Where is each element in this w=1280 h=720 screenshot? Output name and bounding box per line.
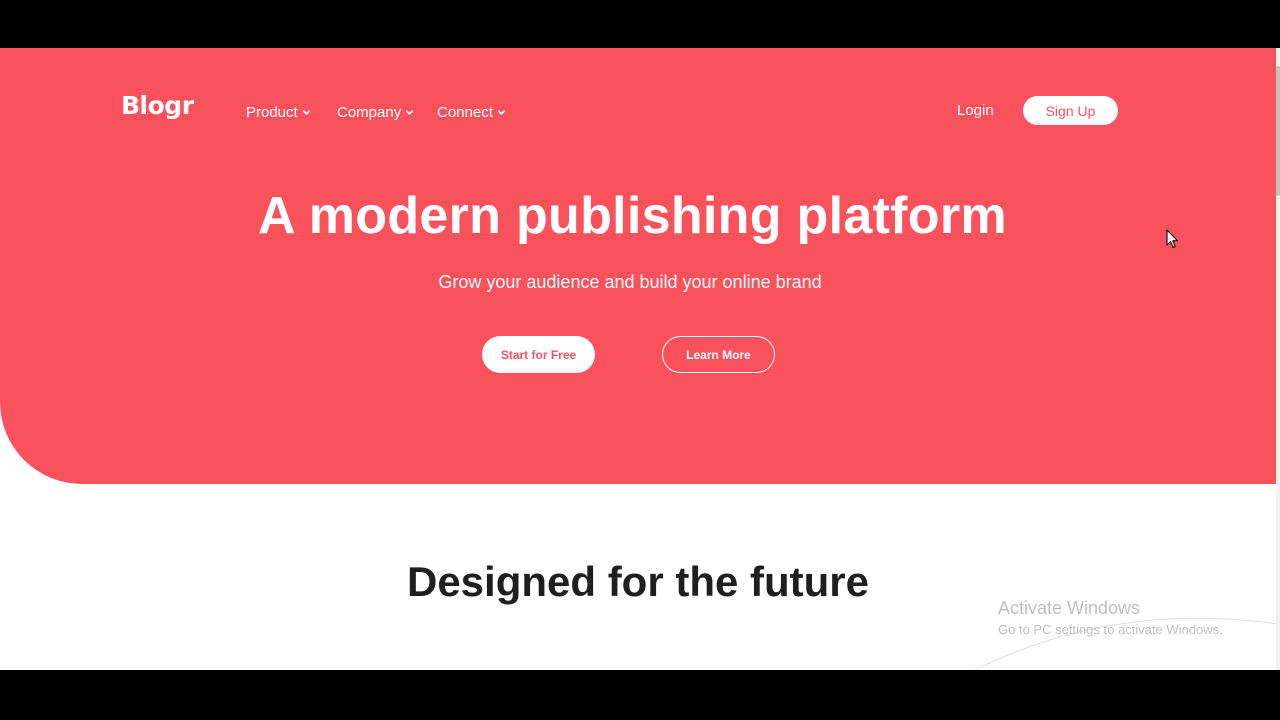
browser-viewport: Blogr Product Company Connect Login Sign… (0, 48, 1280, 670)
video-letterbox-top (0, 0, 1280, 48)
hero-title: A modern publishing platform (258, 187, 1007, 245)
hero-subtitle: Grow your audience and build your online… (438, 272, 822, 292)
chevron-down-icon (405, 109, 414, 115)
nav-item-product[interactable]: Product (246, 102, 311, 122)
nav-item-connect[interactable]: Connect (437, 102, 506, 122)
vertical-scrollbar[interactable] (1276, 48, 1280, 670)
nav-item-label: Product (246, 103, 298, 121)
nav-item-label: Connect (437, 103, 493, 121)
nav-item-company[interactable]: Company (337, 102, 414, 122)
activate-windows-watermark: Activate Windows Go to PC settings to ac… (998, 598, 1223, 637)
logo[interactable]: Blogr (121, 91, 194, 120)
activate-windows-title: Activate Windows (998, 598, 1141, 618)
start-for-free-button[interactable]: Start for Free (482, 336, 595, 373)
activate-windows-subtitle: Go to PC settings to activate Windows. (998, 622, 1223, 637)
nav-item-label: Company (337, 103, 402, 121)
scrollbar-thumb[interactable] (1276, 66, 1280, 196)
login-link[interactable]: Login (957, 102, 994, 119)
video-letterbox-bottom (0, 670, 1280, 720)
chevron-down-icon (302, 109, 310, 115)
mouse-cursor-icon (1166, 229, 1179, 249)
signup-button[interactable]: Sign Up (1023, 96, 1118, 125)
hero-section: Blogr Product Company Connect Login Sign… (0, 48, 1276, 484)
learn-more-button[interactable]: Learn More (662, 336, 775, 373)
chevron-down-icon (497, 109, 506, 115)
